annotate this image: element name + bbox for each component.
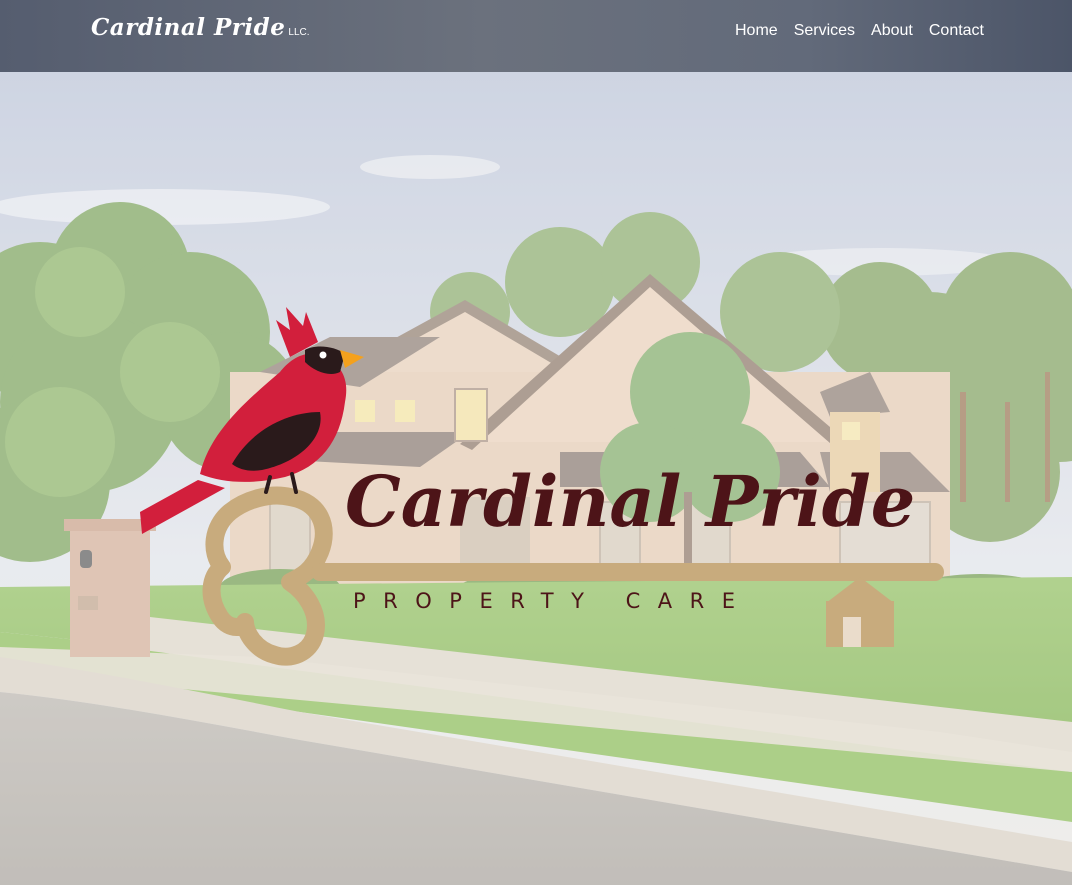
logo-title: Cardinal Pride <box>345 460 916 543</box>
hero-section: Cardinal Pride PROPERTY CARE <box>0 72 1072 885</box>
nav-about[interactable]: About <box>871 22 913 40</box>
nav-services[interactable]: Services <box>794 22 855 40</box>
house-icon <box>826 577 894 647</box>
logo-subtitle: PROPERTY CARE <box>353 589 753 613</box>
brand-suffix: LLC. <box>288 27 310 38</box>
brand-logo[interactable]: Cardinal Pride LLC. <box>91 14 310 41</box>
navbar: Cardinal Pride LLC. Home Services About C… <box>0 0 1072 72</box>
main-nav: Home Services About Contact <box>735 22 984 40</box>
brand-name: Cardinal Pride <box>91 14 286 41</box>
nav-home[interactable]: Home <box>735 22 778 40</box>
nav-contact[interactable]: Contact <box>929 22 984 40</box>
